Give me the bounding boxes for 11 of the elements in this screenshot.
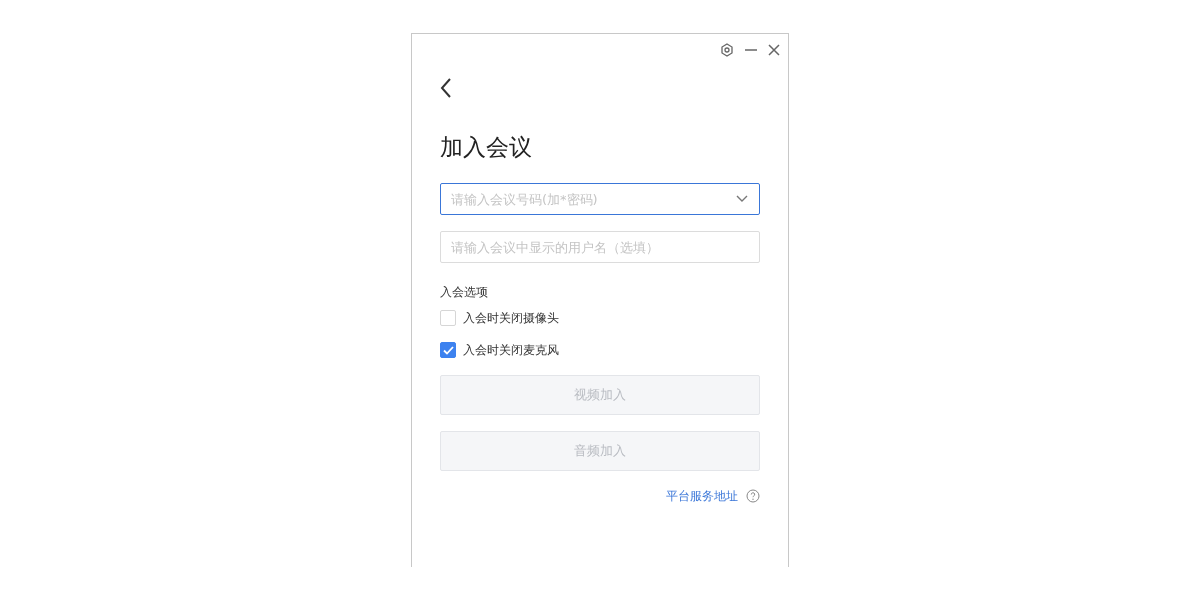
- dropdown-icon[interactable]: [736, 195, 748, 204]
- options-label: 入会选项: [440, 284, 489, 302]
- help-icon[interactable]: [746, 489, 760, 504]
- settings-icon[interactable]: [720, 43, 734, 57]
- checkbox[interactable]: [440, 342, 456, 359]
- checkbox-label: 入会时关闭麦克风: [463, 342, 559, 360]
- back-icon[interactable]: [440, 78, 452, 98]
- close-icon[interactable]: [768, 44, 780, 56]
- checkbox-label: 入会时关闭摄像头: [463, 310, 559, 328]
- server-address-link[interactable]: 平台服务地址: [666, 487, 738, 506]
- page-title: 加入会议: [440, 133, 533, 162]
